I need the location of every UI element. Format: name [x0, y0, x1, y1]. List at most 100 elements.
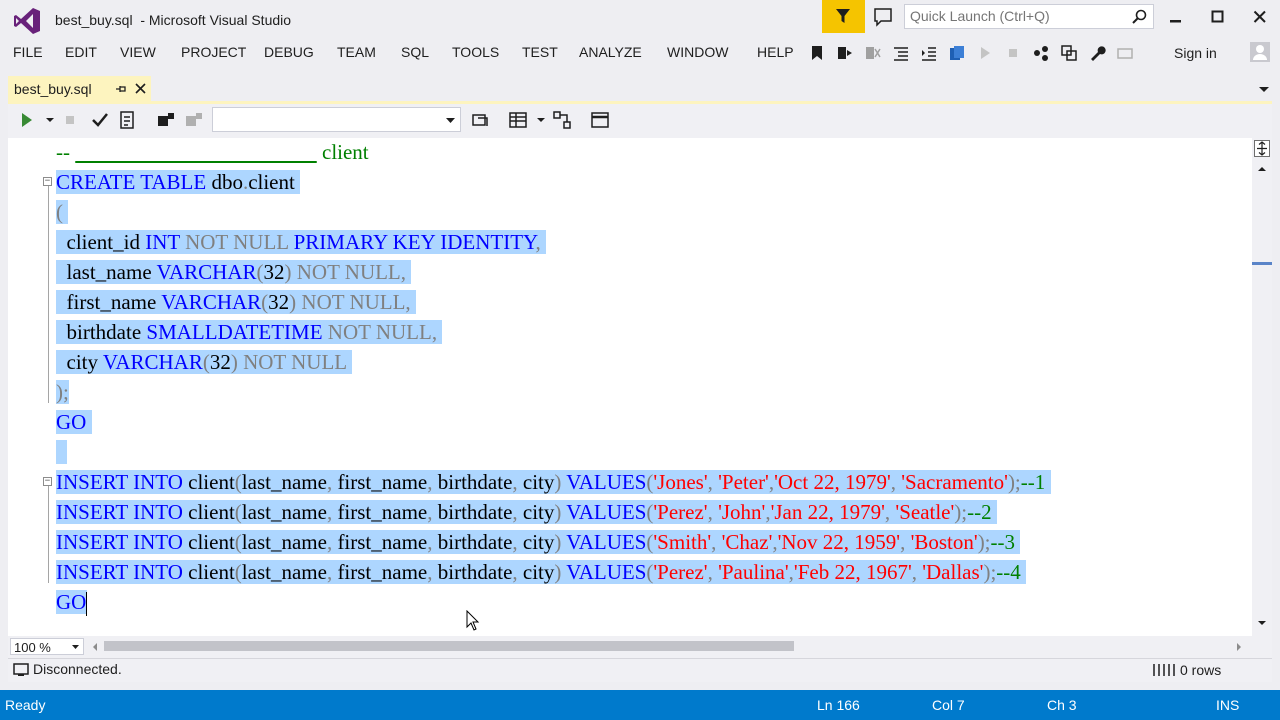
- code-token: ,: [512, 560, 523, 584]
- code-token: client: [316, 140, 369, 164]
- menu-analyze[interactable]: ANALYZE: [579, 44, 642, 60]
- close-window-button[interactable]: [1240, 4, 1280, 30]
- visual-studio-logo-icon: [14, 8, 40, 34]
- menu-edit[interactable]: EDIT: [65, 44, 97, 60]
- quick-launch-input[interactable]: [910, 8, 1125, 24]
- code-token: client: [188, 500, 235, 524]
- save-icon[interactable]: [948, 44, 966, 62]
- code-line[interactable]: GO: [56, 407, 92, 437]
- code-line[interactable]: (: [56, 197, 69, 227]
- stop-disabled-icon[interactable]: [1004, 44, 1022, 62]
- code-token: last_name: [241, 560, 327, 584]
- code-line-content: );: [56, 380, 69, 404]
- code-line[interactable]: [56, 437, 67, 467]
- collapse-region-icon[interactable]: −: [43, 177, 52, 186]
- indent-icon[interactable]: [920, 44, 938, 62]
- object-explorer-icon[interactable]: [1060, 44, 1078, 62]
- parse-check-icon[interactable]: [90, 110, 110, 130]
- estimated-plan-icon[interactable]: [118, 110, 138, 130]
- menu-project[interactable]: PROJECT: [181, 44, 246, 60]
- maximize-button[interactable]: [1198, 4, 1238, 30]
- database-select[interactable]: [212, 107, 461, 132]
- menu-debug[interactable]: DEBUG: [264, 44, 314, 60]
- code-token: ) NOT NULL,: [289, 290, 416, 314]
- code-token: 'Perez': [653, 560, 708, 584]
- split-window-icon[interactable]: [1254, 140, 1270, 157]
- query-options-icon[interactable]: [590, 110, 610, 130]
- code-line[interactable]: INSERT INTO client(last_name, first_name…: [56, 467, 1051, 497]
- results-to-grid-icon[interactable]: [508, 110, 528, 130]
- code-line-content: INSERT INTO client(last_name, first_name…: [56, 470, 1051, 494]
- code-line[interactable]: GO: [56, 587, 88, 617]
- code-token: NOT NULL: [185, 230, 294, 254]
- code-line[interactable]: INSERT INTO client(last_name, first_name…: [56, 497, 997, 527]
- code-token: PRIMARY KEY IDENTITY: [293, 230, 536, 254]
- results-dropdown-icon[interactable]: [536, 117, 546, 123]
- menu-test[interactable]: TEST: [522, 44, 558, 60]
- code-token: ,: [707, 560, 719, 584]
- menu-tools[interactable]: TOOLS: [452, 44, 499, 60]
- code-token: );: [56, 380, 69, 404]
- quick-launch[interactable]: [904, 4, 1154, 29]
- outdent-icon[interactable]: [892, 44, 910, 62]
- code-token: ,: [890, 470, 902, 494]
- code-line[interactable]: );: [56, 377, 69, 407]
- code-line[interactable]: INSERT INTO client(last_name, first_name…: [56, 557, 1027, 587]
- run-disabled-icon[interactable]: [976, 44, 994, 62]
- execute-icon[interactable]: [20, 112, 34, 128]
- close-tab-icon[interactable]: [134, 82, 148, 96]
- code-line[interactable]: last_name VARCHAR(32) NOT NULL,: [56, 257, 412, 287]
- feedback-icon[interactable]: [872, 6, 894, 28]
- code-line[interactable]: INSERT INTO client(last_name, first_name…: [56, 527, 1021, 557]
- feedback-filter-button[interactable]: [822, 0, 865, 33]
- code-line-content: birthdate SMALLDATETIME NOT NULL,: [56, 320, 443, 344]
- code-line[interactable]: -- client: [56, 138, 369, 167]
- menu-sql[interactable]: SQL: [401, 44, 429, 60]
- next-bookmark-icon[interactable]: [836, 44, 854, 62]
- code-line[interactable]: first_name VARCHAR(32) NOT NULL,: [56, 287, 416, 317]
- zoom-select[interactable]: 100 %: [10, 638, 84, 655]
- scroll-down-icon[interactable]: [1257, 620, 1267, 626]
- scroll-right-icon[interactable]: [1236, 642, 1242, 652]
- search-icon[interactable]: [1131, 9, 1147, 25]
- connect-icon[interactable]: [1032, 44, 1050, 62]
- menu-window[interactable]: WINDOW: [667, 44, 728, 60]
- scroll-up-icon[interactable]: [1257, 166, 1267, 172]
- code-line[interactable]: CREATE TABLE dbo.client: [56, 167, 301, 197]
- cancel-query-icon[interactable]: [64, 114, 76, 126]
- menu-view[interactable]: VIEW: [120, 44, 156, 60]
- code-line[interactable]: birthdate SMALLDATETIME NOT NULL,: [56, 317, 443, 347]
- schema-compare-icon[interactable]: [552, 110, 572, 130]
- disconnect-disabled-icon[interactable]: [184, 110, 204, 130]
- chevron-down-icon: [446, 118, 455, 123]
- execute-dropdown-icon[interactable]: [45, 117, 55, 123]
- horizontal-scroll-thumb[interactable]: [104, 641, 794, 651]
- sign-in-link[interactable]: Sign in: [1174, 45, 1217, 61]
- change-connection-icon[interactable]: [156, 110, 176, 130]
- more-disabled-icon[interactable]: [1116, 44, 1134, 62]
- clear-bookmarks-icon[interactable]: [864, 44, 882, 62]
- code-token: city: [522, 530, 555, 554]
- wrench-icon[interactable]: [1088, 44, 1106, 62]
- scroll-left-icon[interactable]: [92, 642, 98, 652]
- menu-help[interactable]: HELP: [757, 44, 794, 60]
- tab-list-dropdown-icon[interactable]: [1258, 86, 1270, 94]
- code-line[interactable]: city VARCHAR(32) NOT NULL: [56, 347, 352, 377]
- sql-code-editor[interactable]: -- client CREATE TABLE dbo.client − ( clie…: [8, 138, 1252, 636]
- pin-icon[interactable]: [114, 82, 128, 96]
- connection-status: Disconnected.: [33, 661, 122, 677]
- collapse-region-icon[interactable]: −: [43, 477, 52, 486]
- code-line[interactable]: client_id INT NOT NULL PRIMARY KEY IDENT…: [56, 227, 546, 257]
- menu-team[interactable]: TEAM: [337, 44, 376, 60]
- vertical-scrollbar[interactable]: [1252, 138, 1272, 636]
- tab-best-buy-sql[interactable]: best_buy.sql: [8, 76, 151, 102]
- menu-file[interactable]: FILE: [13, 44, 43, 60]
- bookmark-icon[interactable]: [808, 44, 826, 62]
- refresh-database-icon[interactable]: [470, 110, 490, 130]
- minimize-button[interactable]: [1156, 4, 1196, 30]
- code-token: 'Jan 22, 1979': [770, 500, 885, 524]
- code-token: birthdate: [437, 560, 513, 584]
- code-token: ,: [911, 560, 923, 584]
- account-avatar-icon[interactable]: [1250, 42, 1270, 62]
- status-char: Ch 3: [1047, 697, 1077, 713]
